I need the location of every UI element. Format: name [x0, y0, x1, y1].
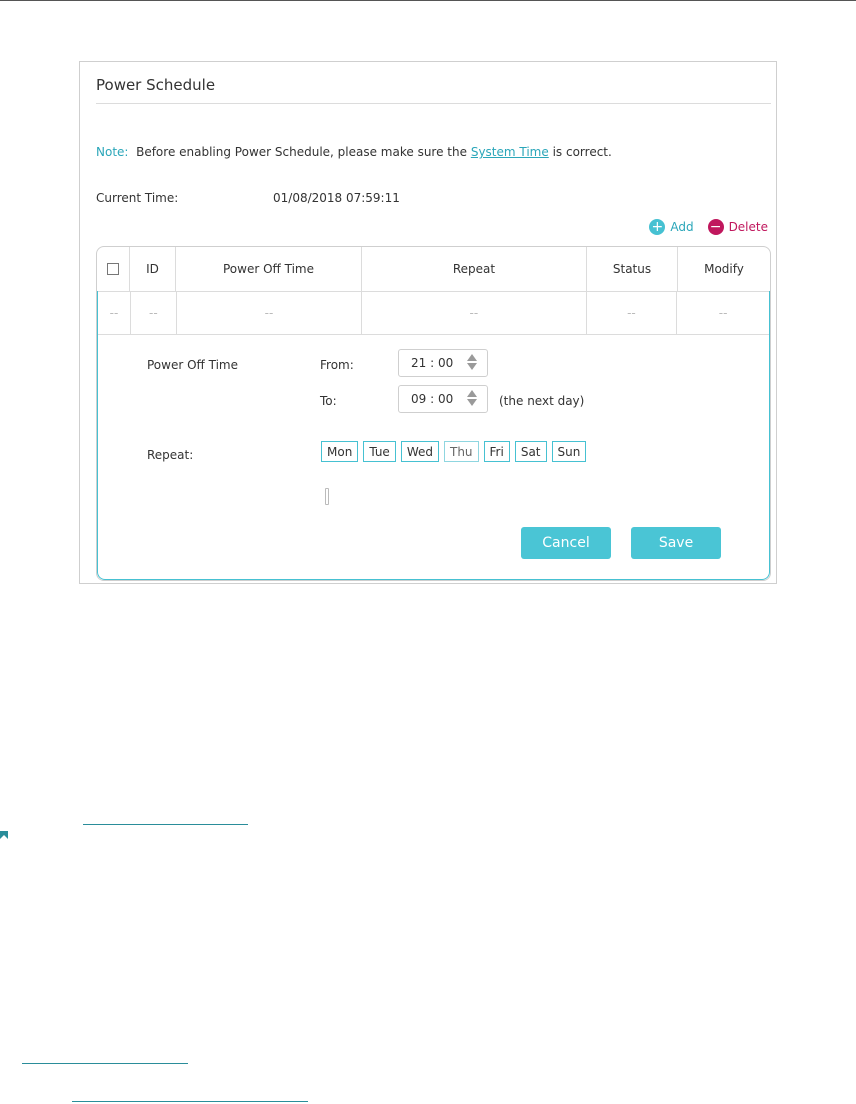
from-label: From:: [320, 358, 354, 372]
select-all-checkbox[interactable]: [107, 263, 119, 275]
system-time-link[interactable]: System Time: [471, 145, 549, 159]
day-tue[interactable]: Tue: [363, 441, 396, 462]
bookmark-icon-tail: [0, 835, 8, 839]
column-header-modify: Modify: [704, 262, 744, 276]
table-cell: --: [587, 291, 678, 334]
note-label: Note:: [96, 145, 129, 159]
table-cell: --: [131, 291, 177, 334]
note-body: Before enabling Power Schedule, please m…: [136, 145, 467, 159]
column-header-power-off-time: Power Off Time: [176, 247, 362, 291]
table-cell: --: [177, 291, 363, 334]
cancel-button[interactable]: Cancel: [521, 527, 611, 559]
to-time-input[interactable]: 09 : 00: [398, 385, 488, 413]
from-time-value: 21 : 00: [411, 356, 454, 370]
add-label: Add: [670, 220, 694, 234]
day-wed[interactable]: Wed: [400, 441, 439, 462]
decrement-icon[interactable]: [467, 363, 477, 370]
current-time-value: 01/08/2018 07:59:11: [273, 191, 400, 205]
power-schedule-panel: Power Schedule Note: Before enabling Pow…: [79, 61, 777, 584]
delete-label: Delete: [728, 220, 768, 234]
table-actions: + Add − Delete: [649, 219, 768, 235]
increment-icon[interactable]: [467, 390, 477, 397]
plus-icon: +: [649, 219, 666, 235]
day-sun[interactable]: Sun: [551, 441, 587, 462]
decrement-icon[interactable]: [467, 399, 477, 406]
delete-button[interactable]: − Delete: [707, 219, 768, 235]
add-button[interactable]: + Add: [649, 219, 694, 235]
save-button[interactable]: Save: [631, 527, 721, 559]
table-cell: --: [718, 305, 728, 320]
minus-icon: −: [707, 219, 724, 235]
column-header-id: ID: [130, 247, 176, 291]
edit-row-area: -- -- -- -- -- -- Power Off Time From: 2…: [97, 291, 770, 580]
current-time-label: Current Time:: [96, 191, 179, 205]
day-fri[interactable]: Fri: [483, 441, 510, 462]
repeat-days: Mon Tue Wed Thu Fri Sat Sun: [321, 441, 587, 462]
title-divider: [96, 103, 771, 104]
note-text: Note: Before enabling Power Schedule, pl…: [96, 145, 612, 159]
to-label: To:: [320, 394, 337, 408]
table-header: ID Power Off Time Repeat Status Modify: [97, 247, 770, 292]
to-time-stepper[interactable]: [467, 390, 477, 406]
table-cell: --: [98, 291, 131, 334]
from-time-stepper[interactable]: [467, 354, 477, 370]
link-underline: [72, 1101, 308, 1102]
repeat-label: Repeat:: [147, 448, 194, 462]
select-all-cell: [97, 247, 130, 291]
column-header-status: Status: [587, 247, 678, 291]
text-caret: [325, 488, 329, 505]
day-sat[interactable]: Sat: [514, 441, 547, 462]
link-underline: [83, 824, 248, 825]
link-underline: [22, 1063, 188, 1064]
panel-title: Power Schedule: [96, 76, 216, 94]
table-row: -- -- -- -- -- --: [98, 291, 769, 335]
note-tail: is correct.: [552, 145, 612, 159]
top-rule: [0, 0, 856, 1]
day-mon[interactable]: Mon: [321, 441, 359, 462]
to-time-value: 09 : 00: [411, 392, 454, 406]
next-day-note: (the next day): [499, 394, 585, 408]
table-cell: --: [362, 291, 587, 334]
schedule-form: Power Off Time From: 21 : 00 To: 09 : 00: [98, 335, 769, 580]
power-off-time-label: Power Off Time: [147, 358, 238, 372]
increment-icon[interactable]: [467, 354, 477, 361]
from-time-input[interactable]: 21 : 00: [398, 349, 488, 377]
day-thu[interactable]: Thu: [443, 441, 479, 462]
column-header-repeat: Repeat: [362, 247, 587, 291]
schedule-table: ID Power Off Time Repeat Status Modify -…: [96, 246, 771, 581]
